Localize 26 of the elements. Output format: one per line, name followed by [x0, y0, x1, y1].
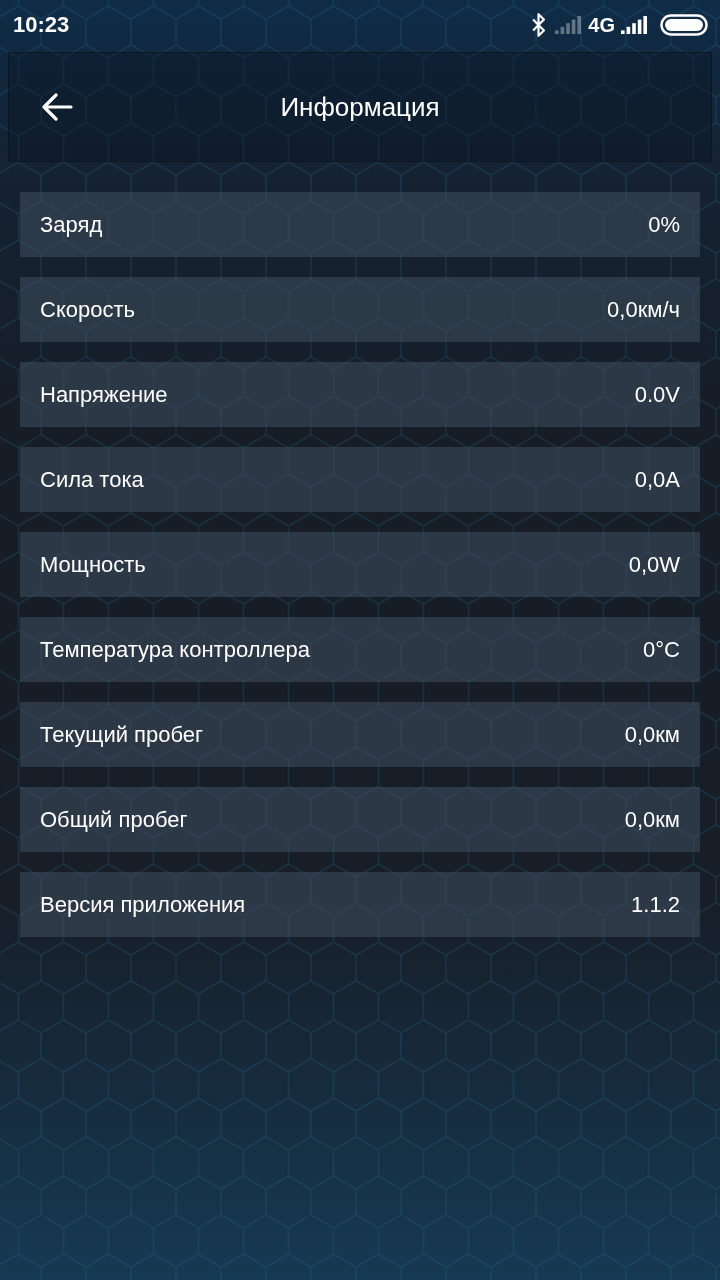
screen-title: Информация [280, 91, 440, 123]
network-type-label: 4G [588, 13, 615, 37]
back-arrow-icon [41, 93, 73, 121]
info-value: 0,0км/ч [607, 296, 680, 323]
signal-icon [621, 16, 648, 34]
info-label: Сила тока [40, 466, 144, 493]
info-value: 0°C [643, 636, 680, 663]
info-label: Мощность [40, 551, 146, 578]
info-value: 0,0км [624, 806, 680, 833]
bluetooth-icon [532, 13, 546, 37]
info-value: 0,0A [634, 466, 680, 493]
signal-icon [555, 16, 583, 34]
info-label: Общий пробег [40, 806, 188, 833]
info-label: Напряжение [40, 381, 168, 408]
info-value: 0,0км [624, 721, 680, 748]
info-label: Скорость [40, 296, 135, 323]
info-value: 1.1.2 [631, 891, 680, 918]
info-value: 0% [648, 211, 680, 238]
status-time: 10:23 [13, 12, 70, 38]
battery-icon [660, 14, 708, 36]
info-value: 0,0W [628, 551, 680, 578]
info-label: Температура контроллера [40, 636, 311, 663]
info-value: 0.0V [634, 381, 680, 408]
info-label: Заряд [40, 211, 103, 238]
info-label: Версия приложения [40, 891, 246, 918]
info-label: Текущий пробег [40, 721, 204, 748]
